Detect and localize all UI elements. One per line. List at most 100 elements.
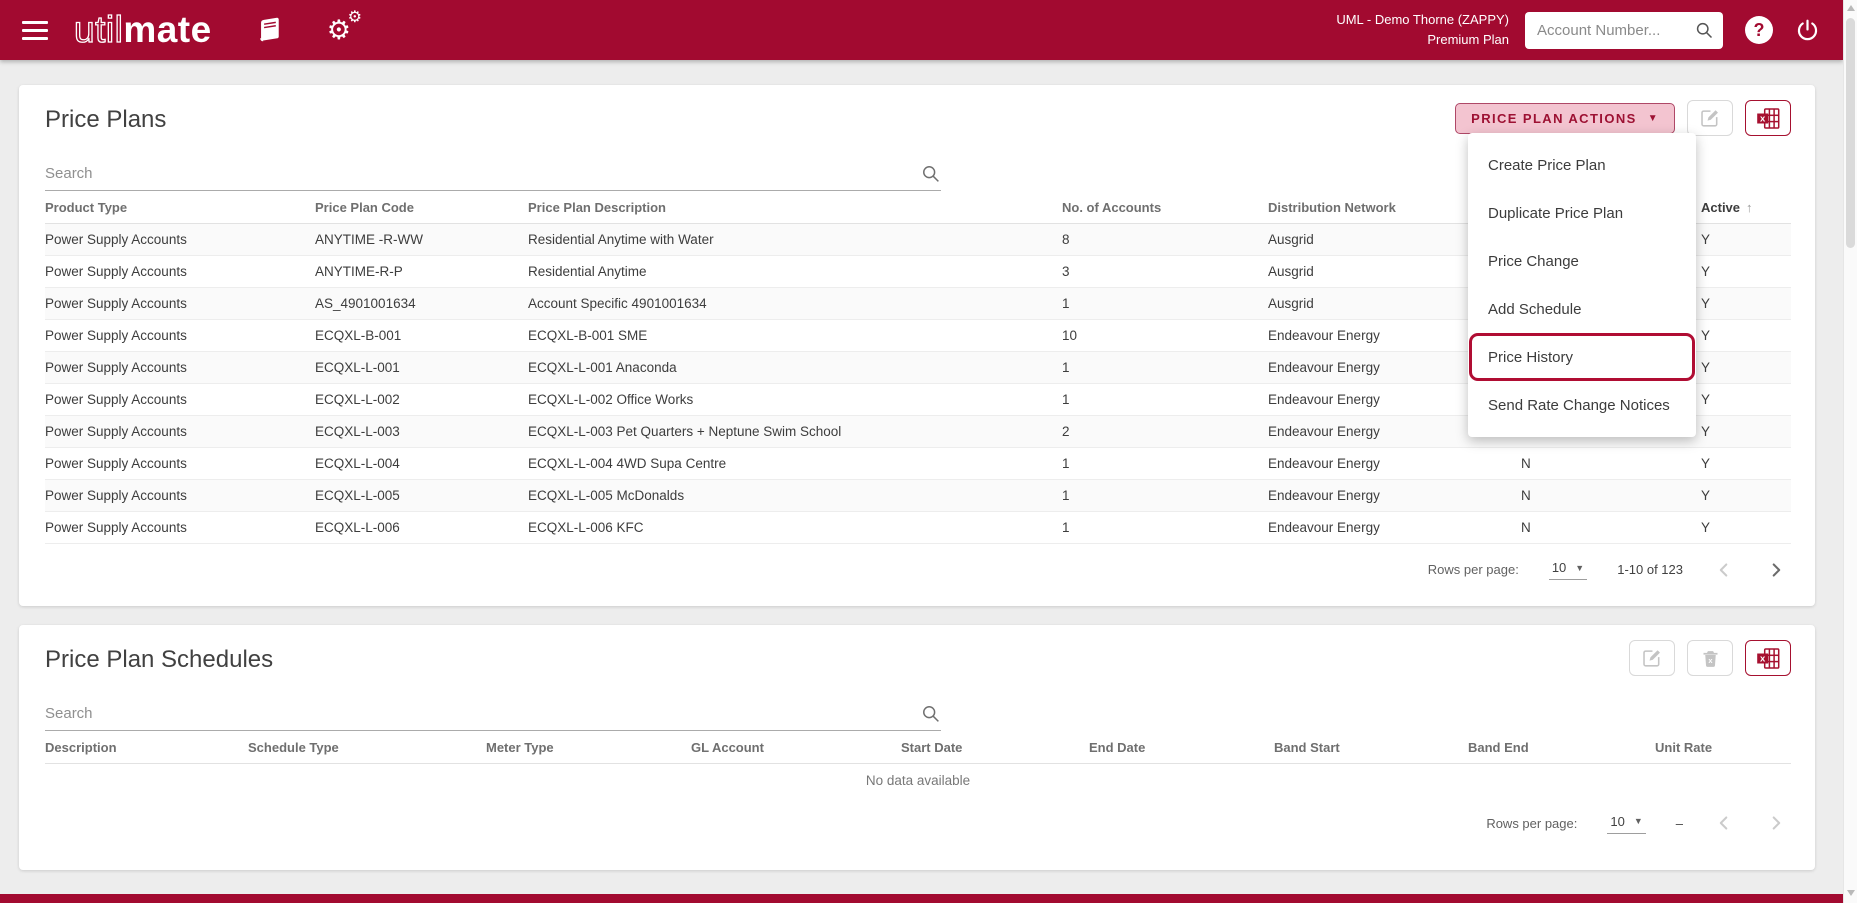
col-header-description[interactable]: Description xyxy=(45,733,248,764)
col-header-gl-account[interactable]: GL Account xyxy=(691,733,901,764)
edit-schedule-button[interactable] xyxy=(1629,640,1675,676)
menu-item-duplicate-price-plan[interactable]: Duplicate Price Plan xyxy=(1468,189,1696,237)
app-logo-util: util xyxy=(73,8,124,50)
col-header-end-date[interactable]: End Date xyxy=(1089,733,1274,764)
account-number-input[interactable] xyxy=(1537,21,1694,39)
cell-product-type: Power Supply Accounts xyxy=(45,287,315,320)
next-page-button[interactable] xyxy=(1765,559,1787,581)
cell-code: ECQXL-L-005 xyxy=(315,479,528,512)
col-header-meter-type[interactable]: Meter Type xyxy=(486,733,691,764)
help-icon[interactable]: ? xyxy=(1745,16,1773,44)
cell-active: Y xyxy=(1701,319,1791,352)
search-icon[interactable] xyxy=(920,703,941,724)
price-plan-actions-button[interactable]: PRICE PLAN ACTIONS ▼ xyxy=(1455,102,1675,134)
account-search-box xyxy=(1525,11,1723,49)
rows-per-page-select[interactable]: 10 ▼ xyxy=(1548,559,1588,580)
col-header-active[interactable]: Active ↑ xyxy=(1701,193,1791,224)
menu-item-send-rate-change-notices[interactable]: Send Rate Change Notices xyxy=(1468,381,1696,429)
cell-network: Endeavour Energy xyxy=(1268,511,1521,544)
menu-item-price-change[interactable]: Price Change xyxy=(1468,237,1696,285)
cell-code: ECQXL-L-003 xyxy=(315,415,528,448)
menu-item-create-price-plan[interactable]: Create Price Plan xyxy=(1468,141,1696,189)
scrollbar-thumb[interactable] xyxy=(1846,18,1855,248)
col-header-product-type[interactable]: Product Type xyxy=(45,193,315,224)
scrollbar[interactable] xyxy=(1843,0,1857,903)
next-page-button[interactable] xyxy=(1765,812,1787,834)
window-bottom-strip xyxy=(0,894,1857,903)
previous-page-button[interactable] xyxy=(1713,559,1735,581)
col-header-no-of-accounts[interactable]: No. of Accounts xyxy=(1062,193,1268,224)
cell-product-type: Power Supply Accounts xyxy=(45,415,315,448)
schedules-search-input[interactable] xyxy=(45,705,920,722)
cell-product-type: Power Supply Accounts xyxy=(45,511,315,544)
search-icon[interactable] xyxy=(1694,20,1714,40)
topbar-right-group: UML - Demo Thorne (ZAPPY) Premium Plan ? xyxy=(1336,10,1820,50)
cell-active: Y xyxy=(1701,383,1791,416)
cell-flag: N xyxy=(1521,447,1701,480)
col-header-price-plan-code[interactable]: Price Plan Code xyxy=(315,193,528,224)
scroll-down-icon[interactable] xyxy=(1847,890,1855,896)
svg-text:x: x xyxy=(1760,113,1766,124)
no-data-message: No data available xyxy=(865,772,971,788)
price-plans-search-input[interactable] xyxy=(45,165,920,182)
schedules-pagination: Rows per page: 10 ▼ – xyxy=(19,797,1815,834)
cell-product-type: Power Supply Accounts xyxy=(45,223,315,256)
export-excel-button[interactable]: x xyxy=(1745,640,1791,676)
col-header-band-start[interactable]: Band Start xyxy=(1274,733,1468,764)
cell-code: ANYTIME -R-WW xyxy=(315,223,528,256)
col-header-unit-rate[interactable]: Unit Rate xyxy=(1655,733,1791,764)
cell-description: ECQXL-L-001 Anaconda xyxy=(528,351,1062,384)
cell-active: Y xyxy=(1701,479,1791,512)
scroll-up-icon[interactable] xyxy=(1846,5,1855,11)
cell-code: ECQXL-B-001 xyxy=(315,319,528,352)
plan-label: Premium Plan xyxy=(1427,32,1509,47)
cell-network: Endeavour Energy xyxy=(1268,447,1521,480)
cell-code: AS_4901001634 xyxy=(315,287,528,320)
col-header-start-date[interactable]: Start Date xyxy=(901,733,1089,764)
col-header-price-plan-description[interactable]: Price Plan Description xyxy=(528,193,1062,224)
chevron-down-icon: ▼ xyxy=(1647,112,1659,124)
edit-price-plan-button[interactable] xyxy=(1687,100,1733,136)
menu-item-price-history[interactable]: Price History xyxy=(1469,333,1695,381)
schedules-table: Description Schedule Type Meter Type GL … xyxy=(45,733,1791,797)
settings-gears-icon[interactable]: ⚙ ⚙ xyxy=(327,9,362,44)
cell-accounts: 1 xyxy=(1062,447,1268,480)
cell-network: Endeavour Energy xyxy=(1268,479,1521,512)
cell-product-type: Power Supply Accounts xyxy=(45,479,315,512)
delete-schedule-button[interactable]: x xyxy=(1687,640,1733,676)
cell-product-type: Power Supply Accounts xyxy=(45,447,315,480)
cell-product-type: Power Supply Accounts xyxy=(45,255,315,288)
table-row[interactable]: Power Supply Accounts ECQXL-L-005 ECQXL-… xyxy=(45,479,1791,512)
cell-code: ECQXL-L-001 xyxy=(315,351,528,384)
menu-item-add-schedule[interactable]: Add Schedule xyxy=(1468,285,1696,333)
svg-text:x: x xyxy=(1760,653,1766,664)
cell-accounts: 1 xyxy=(1062,511,1268,544)
user-meta: UML - Demo Thorne (ZAPPY) Premium Plan xyxy=(1336,10,1509,50)
cell-accounts: 3 xyxy=(1062,255,1268,288)
ledger-book-icon[interactable] xyxy=(256,17,283,44)
edit-pencil-icon xyxy=(1641,647,1663,669)
cell-product-type: Power Supply Accounts xyxy=(45,383,315,416)
cell-description: ECQXL-L-003 Pet Quarters + Neptune Swim … xyxy=(528,415,1062,448)
app-logo[interactable]: util mate xyxy=(73,8,212,51)
power-logout-icon[interactable] xyxy=(1795,18,1820,43)
rows-per-page-select[interactable]: 10 ▼ xyxy=(1607,813,1646,834)
previous-page-button[interactable] xyxy=(1713,812,1735,834)
cell-accounts: 1 xyxy=(1062,383,1268,416)
excel-export-icon: x xyxy=(1756,647,1781,670)
export-excel-button[interactable]: x xyxy=(1745,100,1791,136)
cell-active: Y xyxy=(1701,287,1791,320)
col-header-schedule-type[interactable]: Schedule Type xyxy=(248,733,486,764)
hamburger-menu-icon[interactable] xyxy=(22,16,48,45)
cell-description: ECQXL-L-005 McDonalds xyxy=(528,479,1062,512)
col-header-band-end[interactable]: Band End xyxy=(1468,733,1655,764)
cell-code: ECQXL-L-006 xyxy=(315,511,528,544)
cell-description: ECQXL-L-006 KFC xyxy=(528,511,1062,544)
table-row[interactable]: Power Supply Accounts ECQXL-L-004 ECQXL-… xyxy=(45,447,1791,480)
search-icon[interactable] xyxy=(920,163,941,184)
cell-description: ECQXL-L-002 Office Works xyxy=(528,383,1062,416)
table-row[interactable]: Power Supply Accounts ECQXL-L-006 ECQXL-… xyxy=(45,511,1791,544)
cell-code: ANYTIME-R-P xyxy=(315,255,528,288)
cell-product-type: Power Supply Accounts xyxy=(45,319,315,352)
cell-accounts: 1 xyxy=(1062,351,1268,384)
